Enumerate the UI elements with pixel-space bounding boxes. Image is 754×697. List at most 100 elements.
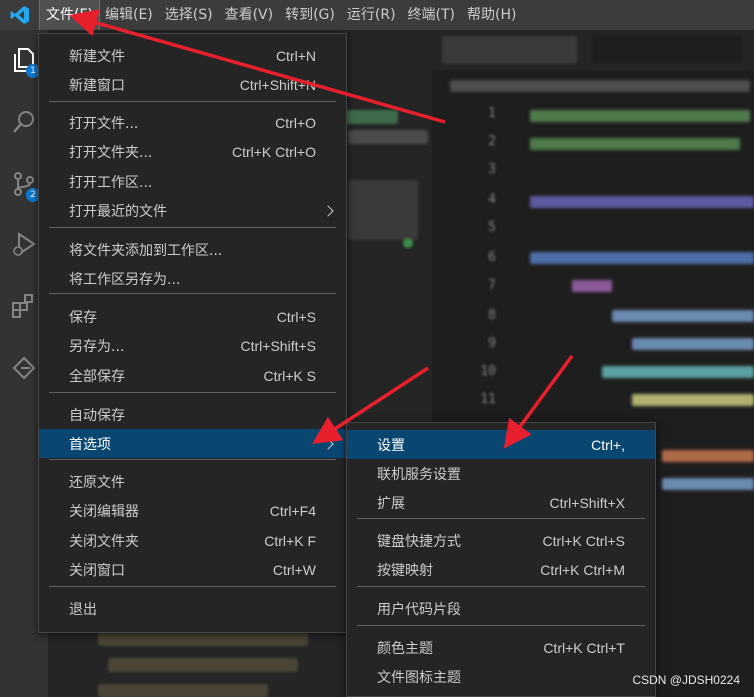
menu-item-shortcut: Ctrl+Shift+S bbox=[240, 337, 316, 354]
extensions-icon[interactable] bbox=[10, 292, 38, 320]
menu-item[interactable]: 联机服务设置 bbox=[347, 459, 655, 488]
menu-item-shortcut: Ctrl+Shift+N bbox=[239, 76, 316, 93]
menu-go[interactable]: 转到(G) bbox=[279, 0, 341, 30]
line-number: 9 bbox=[488, 336, 496, 351]
line-number: 10 bbox=[480, 364, 496, 379]
menu-file[interactable]: 文件(F) bbox=[39, 0, 100, 31]
menu-item[interactable]: 另存为... Ctrl+Shift+S bbox=[39, 331, 346, 360]
line-number: 7 bbox=[488, 278, 496, 293]
menu-item[interactable]: 打开文件夹... Ctrl+K Ctrl+O bbox=[39, 137, 346, 166]
menu-item-label: 关闭编辑器 bbox=[69, 503, 139, 520]
menu-item[interactable]: 还原文件 bbox=[39, 467, 346, 496]
menubar: 文件(F) 编辑(E) 选择(S) 查看(V) 转到(G) 运行(R) 终端(T… bbox=[0, 0, 754, 31]
remote-explorer-icon[interactable] bbox=[10, 354, 38, 382]
menu-item-label: 用户代码片段 bbox=[377, 601, 461, 618]
menu-item[interactable]: 颜色主题 Ctrl+K Ctrl+T bbox=[347, 633, 655, 662]
file-menu: 新建文件 Ctrl+N 新建窗口 Ctrl+Shift+N 打开文件... Ctrl+O 打… bbox=[38, 33, 347, 633]
menu-item-label: 文件图标主题 bbox=[377, 669, 461, 686]
menu-item-shortcut: Ctrl+S bbox=[276, 308, 316, 325]
menu-separator bbox=[357, 586, 645, 587]
menu-item-shortcut: Ctrl+K Ctrl+M bbox=[540, 561, 625, 578]
menu-item-shortcut: Ctrl+K Ctrl+T bbox=[543, 639, 625, 656]
menu-terminal[interactable]: 终端(T) bbox=[402, 0, 461, 30]
menu-item[interactable]: 打开文件... Ctrl+O bbox=[39, 108, 346, 137]
menu-separator bbox=[49, 293, 336, 294]
menu-edit[interactable]: 编辑(E) bbox=[99, 0, 159, 30]
menu-item[interactable]: 扩展 Ctrl+Shift+X bbox=[347, 488, 655, 517]
line-number: 3 bbox=[488, 162, 496, 177]
menu-item[interactable]: 将工作区另存为... bbox=[39, 264, 346, 293]
menu-item-shortcut: Ctrl+, bbox=[591, 436, 625, 453]
menu-separator bbox=[49, 227, 336, 228]
watermark: CSDN @JDSH0224 bbox=[632, 673, 740, 687]
preferences-submenu: 设置 Ctrl+, 联机服务设置扩展 Ctrl+Shift+X 键盘快捷方式 Ctrl+K… bbox=[346, 422, 656, 697]
search-icon[interactable] bbox=[10, 108, 38, 136]
menu-item[interactable]: 按键映射 Ctrl+K Ctrl+M bbox=[347, 555, 655, 584]
menu-item-shortcut: Ctrl+K S bbox=[263, 367, 316, 384]
menu-item-shortcut: Ctrl+W bbox=[272, 561, 316, 578]
menu-item-label: 退出 bbox=[69, 601, 97, 618]
menu-item[interactable]: 新建窗口 Ctrl+Shift+N bbox=[39, 70, 346, 99]
menu-item-label: 全部保存 bbox=[69, 368, 125, 385]
menu-item[interactable]: 设置 Ctrl+, bbox=[347, 430, 655, 459]
menu-separator bbox=[357, 625, 645, 626]
menu-item[interactable]: 关闭文件夹 Ctrl+K F bbox=[39, 526, 346, 555]
menu-item-shortcut: Ctrl+K Ctrl+S bbox=[542, 532, 625, 549]
line-number: 5 bbox=[488, 220, 496, 235]
menu-item[interactable]: 用户代码片段 bbox=[347, 594, 655, 623]
menu-item[interactable]: 关闭窗口 Ctrl+W bbox=[39, 555, 346, 584]
line-number: 8 bbox=[488, 308, 496, 323]
menu-view[interactable]: 查看(V) bbox=[219, 0, 280, 30]
menu-item-shortcut: Ctrl+F4 bbox=[269, 502, 316, 519]
menu-item-label: 键盘快捷方式 bbox=[377, 533, 461, 550]
line-number: 2 bbox=[488, 134, 496, 149]
line-number: 4 bbox=[488, 192, 496, 207]
menu-item[interactable]: 打开最近的文件 bbox=[39, 196, 346, 225]
chevron-right-icon bbox=[322, 204, 334, 217]
menu-item-label: 按键映射 bbox=[377, 562, 433, 579]
menu-item-label: 颜色主题 bbox=[377, 640, 433, 657]
menu-item-label: 打开最近的文件 bbox=[69, 203, 167, 220]
menu-item[interactable]: 将文件夹添加到工作区... bbox=[39, 235, 346, 264]
tab-python[interactable] bbox=[592, 36, 742, 64]
menu-item[interactable]: 关闭编辑器 Ctrl+F4 bbox=[39, 496, 346, 525]
menu-item-label: 打开文件夹... bbox=[69, 144, 153, 161]
line-number: 11 bbox=[480, 392, 496, 407]
menu-help[interactable]: 帮助(H) bbox=[461, 0, 522, 30]
menu-separator bbox=[49, 101, 336, 102]
menu-item[interactable]: 退出 bbox=[39, 594, 346, 623]
editor-tabs bbox=[432, 30, 754, 70]
menu-item[interactable]: 首选项 bbox=[39, 429, 346, 458]
vscode-logo-icon bbox=[0, 0, 40, 30]
menu-item[interactable]: 打开工作区... bbox=[39, 167, 346, 196]
menu-item[interactable]: 保存 Ctrl+S bbox=[39, 302, 346, 331]
menu-separator bbox=[49, 392, 336, 393]
menu-separator bbox=[49, 459, 336, 460]
menu-item-label: 设置 bbox=[377, 437, 405, 454]
menu-item[interactable]: 自动保存 bbox=[39, 400, 346, 429]
menu-run[interactable]: 运行(R) bbox=[341, 0, 402, 30]
menu-item-shortcut: Ctrl+Shift+X bbox=[549, 494, 625, 511]
menu-item-label: 打开文件... bbox=[69, 115, 139, 132]
menu-item[interactable]: 键盘快捷方式 Ctrl+K Ctrl+S bbox=[347, 526, 655, 555]
menu-item-label: 扩展 bbox=[377, 495, 405, 512]
menu-item-shortcut: Ctrl+N bbox=[275, 47, 316, 64]
menu-item[interactable]: 文件图标主题 bbox=[347, 662, 655, 691]
run-debug-icon[interactable] bbox=[10, 230, 38, 258]
menu-item-label: 将工作区另存为... bbox=[69, 271, 181, 288]
menu-item[interactable]: 全部保存 Ctrl+K S bbox=[39, 361, 346, 390]
menu-item-label: 自动保存 bbox=[69, 407, 125, 424]
breadcrumb bbox=[432, 70, 754, 100]
menu-selection[interactable]: 选择(S) bbox=[159, 0, 219, 30]
menu-item-label: 将文件夹添加到工作区... bbox=[69, 242, 223, 259]
menu-item-label: 关闭文件夹 bbox=[69, 533, 139, 550]
menu-separator bbox=[357, 518, 645, 519]
menu-item-label: 新建窗口 bbox=[69, 77, 125, 94]
menu-item-label: 还原文件 bbox=[69, 474, 125, 491]
menu-item-label: 保存 bbox=[69, 309, 97, 326]
menu-separator bbox=[49, 586, 336, 587]
menu-item-shortcut: Ctrl+K Ctrl+O bbox=[231, 143, 316, 160]
chevron-right-icon bbox=[322, 437, 334, 450]
menu-item[interactable]: 新建文件 Ctrl+N bbox=[39, 41, 346, 70]
tab-markdown[interactable] bbox=[442, 36, 577, 64]
